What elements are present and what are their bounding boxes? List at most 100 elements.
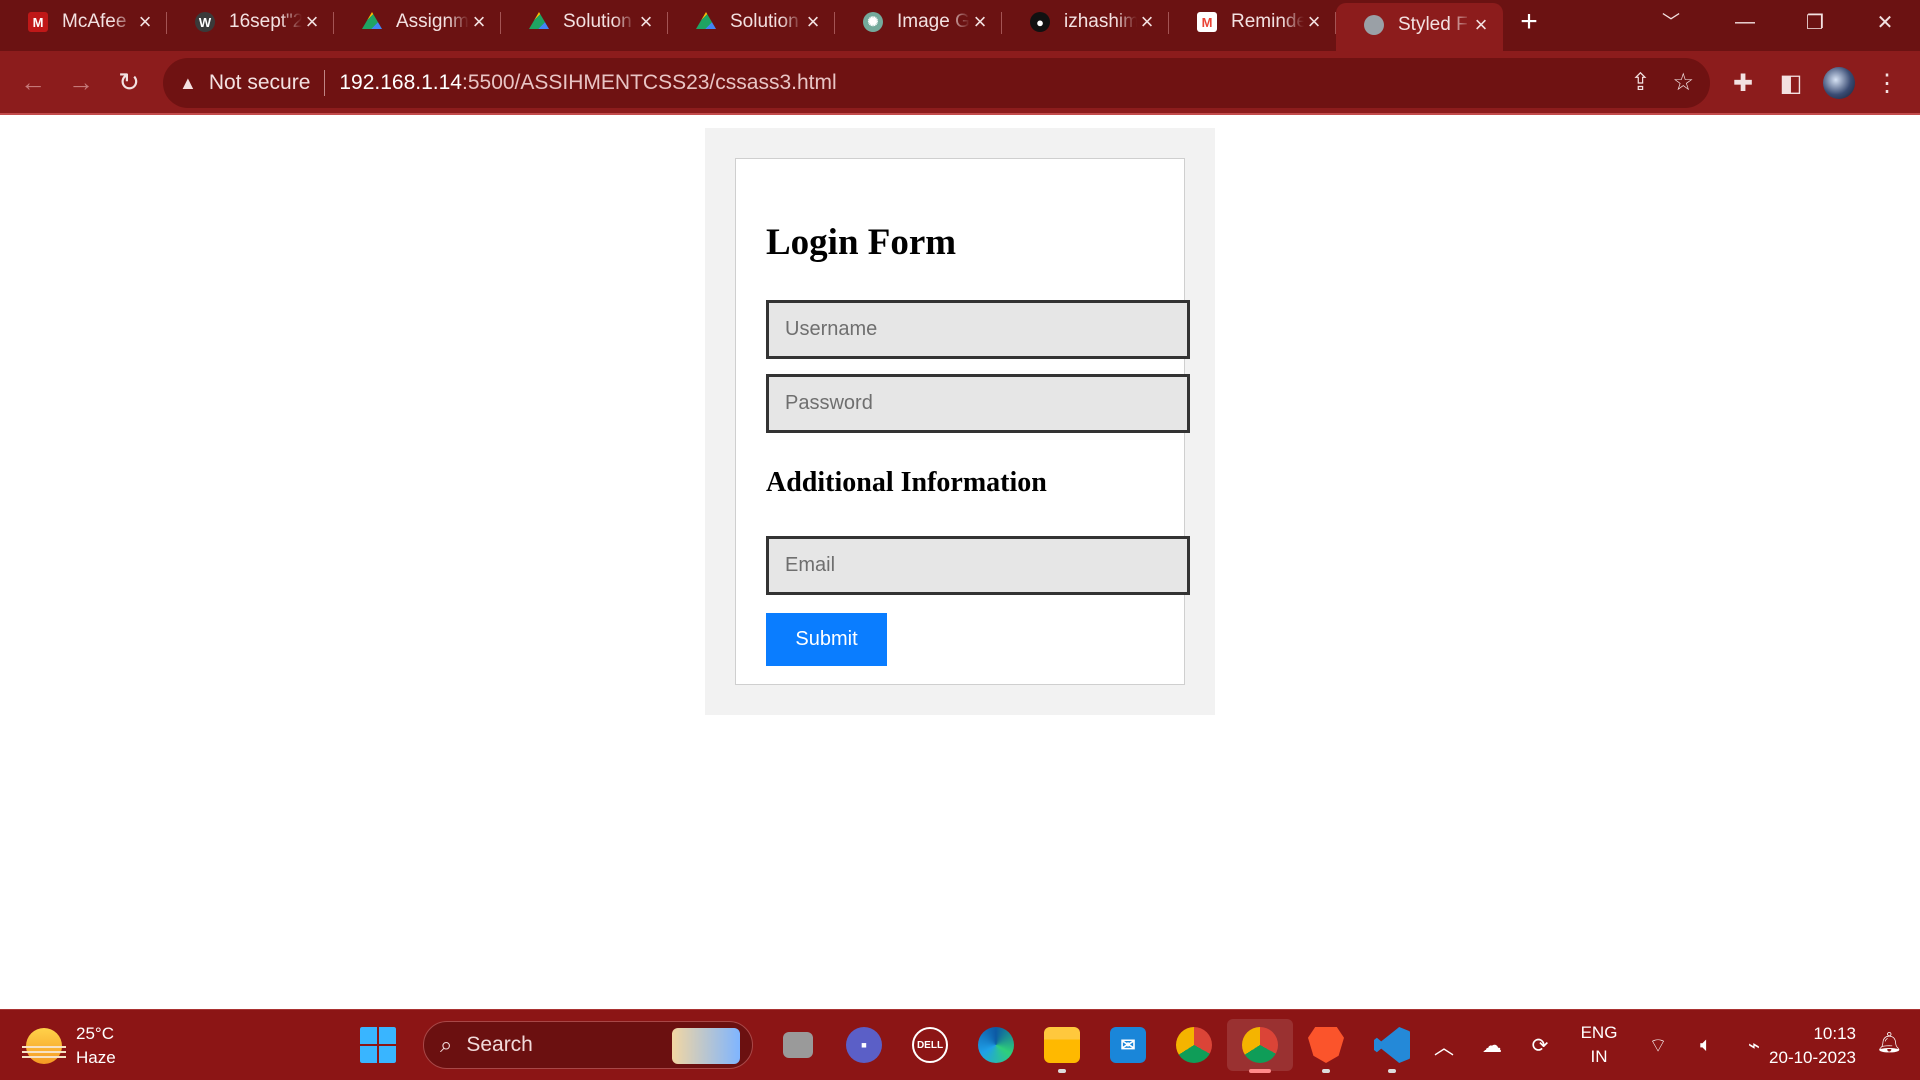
running-indicator [1058,1069,1066,1073]
address-bar[interactable]: ▲ Not secure 192.168.1.14:5500/ASSIHMENT… [163,58,1710,108]
restore-icon[interactable]: ❐ [1780,0,1850,44]
tab-solution-1[interactable]: Solution × [501,0,668,44]
dell-icon: DELL [912,1027,948,1063]
task-view-icon [783,1032,813,1058]
bookmark-star-icon[interactable]: ☆ [1672,68,1694,97]
tab-title: Styled F [1398,14,1468,35]
chrome-button[interactable] [1161,1019,1227,1071]
page-viewport: Login Form Additional Information Submit [0,117,1920,1009]
chrome-profile-icon [1242,1027,1278,1063]
clock-time: 10:13 [1813,1024,1856,1043]
back-arrow-icon[interactable]: ← [9,58,57,106]
close-tab-icon[interactable]: × [1471,12,1491,38]
gmail-icon: M [1197,12,1217,32]
close-tab-icon[interactable]: × [135,9,155,35]
mail-button[interactable]: ✉ [1095,1019,1161,1071]
side-panel-icon[interactable]: ◧ [1772,59,1810,107]
taskbar-search[interactable]: ⌕ Search [423,1021,753,1069]
new-tab-button[interactable]: + [1509,0,1549,44]
drive-icon [529,12,549,29]
mail-icon: ✉ [1110,1027,1146,1063]
section-heading: Additional Information [766,467,1047,498]
chatgpt-icon: ✺ [863,12,883,32]
globe-icon [1364,15,1384,35]
omnibox-actions: ⇪ ☆ [1630,68,1694,97]
vscode-button[interactable] [1359,1019,1425,1073]
submit-button[interactable]: Submit [766,613,887,666]
language-code: ENG [1580,1023,1618,1042]
running-indicator [1322,1069,1330,1073]
drive-icon [362,12,382,29]
language-indicator[interactable]: ENG IN [1564,1021,1634,1069]
start-button[interactable] [345,1019,411,1071]
clock-date: 20-10-2023 [1769,1048,1856,1067]
edge-button[interactable] [963,1019,1029,1071]
kebab-menu-icon[interactable]: ⋮ [1868,59,1906,107]
profile-avatar-button[interactable] [1820,59,1858,107]
tab-image-generator[interactable]: ✺ Image G × [835,0,1002,44]
task-view-button[interactable] [765,1019,831,1071]
toolbar-actions: ✚ ◧ ⋮ [1724,59,1906,107]
vscode-icon [1374,1027,1410,1063]
wifi-icon[interactable]: ⌔ [1634,1018,1682,1072]
close-tab-icon[interactable]: × [469,9,489,35]
file-explorer-button[interactable] [1029,1019,1095,1073]
weather-widget[interactable]: 25°C Haze [22,1022,116,1070]
url-host[interactable]: 192.168.1.14 [339,71,462,95]
form-container: Login Form Additional Information Submit [705,128,1215,715]
tab-16sept[interactable]: W 16sept"2 × [167,0,334,44]
tab-title: Assignm [396,11,469,32]
minimize-icon[interactable]: — [1710,0,1780,44]
username-input[interactable] [766,300,1190,359]
close-tab-icon[interactable]: × [1137,9,1157,35]
dell-app-button[interactable]: DELL [897,1019,963,1071]
url-path[interactable]: :5500/ASSIHMENTCSS23/cssass3.html [462,71,837,95]
close-window-icon[interactable]: ✕ [1850,0,1920,44]
weather-description: Haze [76,1048,116,1067]
close-tab-icon[interactable]: × [970,9,990,35]
tab-title: Reminde [1231,11,1304,32]
tab-solution-2[interactable]: Solution × [668,0,835,44]
email-input[interactable] [766,536,1190,595]
tab-gmail[interactable]: M Reminde × [1169,0,1336,44]
tab-search-chevron-icon[interactable]: ﹀ [1662,8,1680,34]
tab-title: Solution [730,11,799,32]
login-card: Login Form Additional Information Submit [735,158,1190,685]
github-icon: ● [1030,12,1050,32]
share-icon[interactable]: ⇪ [1630,68,1650,97]
system-tray: ︿ ☁ ⟳ ENG IN ⌔ 🔈︎ ⌁ [1420,1018,1778,1072]
taskbar-apps: ⌕ Search ▪ DELL ✉ [345,1019,1425,1073]
page-title: Login Form [766,222,957,263]
tab-mcafee[interactable]: M McAfee × [0,0,167,44]
tab-title: izhashim [1064,11,1137,32]
warning-icon[interactable]: ▲ [179,73,197,94]
chrome-icon [1176,1027,1212,1063]
reload-icon[interactable]: ↻ [105,58,153,106]
show-hidden-icons-chevron-icon[interactable]: ︿ [1420,1018,1468,1072]
close-tab-icon[interactable]: × [803,9,823,35]
volume-icon[interactable]: 🔈︎ [1682,1018,1730,1072]
close-tab-icon[interactable]: × [1304,9,1324,35]
password-input[interactable] [766,374,1190,433]
brave-button[interactable] [1293,1019,1359,1073]
chrome-profile-button[interactable] [1227,1019,1293,1073]
drive-icon [696,12,716,29]
search-highlight-image [672,1028,740,1064]
forward-arrow-icon[interactable]: → [57,58,105,106]
close-tab-icon[interactable]: × [302,9,322,35]
tab-styled-form[interactable]: Styled F × [1336,3,1503,51]
tab-title: Solution [563,11,632,32]
clock[interactable]: 10:13 20-10-2023 [1769,1022,1856,1070]
sync-icon[interactable]: ⟳ [1516,1018,1564,1072]
wordpress-icon: W [195,12,215,32]
onedrive-cloud-icon[interactable]: ☁ [1468,1018,1516,1072]
teams-chat-button[interactable]: ▪ [831,1019,897,1071]
close-tab-icon[interactable]: × [636,9,656,35]
extensions-puzzle-icon[interactable]: ✚ [1724,59,1762,107]
notifications-bell-icon[interactable]: 🔔︎ [1877,1030,1902,1055]
tab-assignment[interactable]: Assignm × [334,0,501,44]
tab-strip: M McAfee × W 16sept"2 × Assignm × Soluti… [0,0,1920,51]
tab-github[interactable]: ● izhashim × [1002,0,1169,44]
running-indicator [1388,1069,1396,1073]
security-label[interactable]: Not secure [209,71,311,95]
